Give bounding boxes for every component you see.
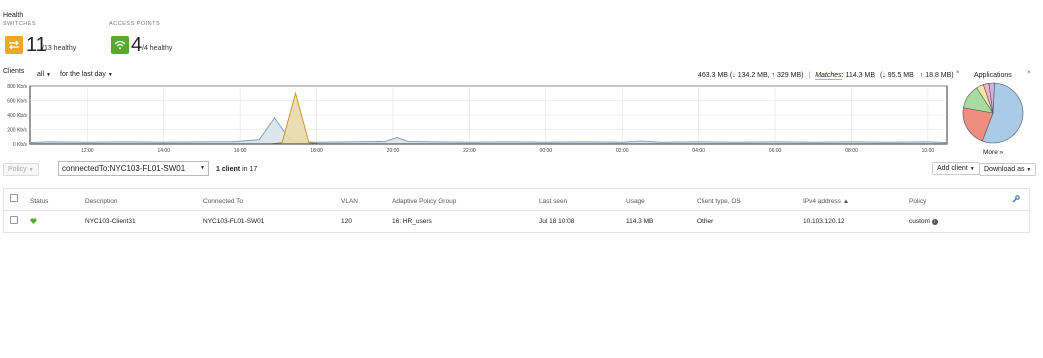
client-count-rest: in 17 — [240, 166, 258, 173]
row-select-checkbox[interactable] — [10, 216, 18, 224]
search-value: connectedTo:NYC103-FL01-SW01 — [62, 164, 186, 173]
y-tick-label: 800 Kb/s — [7, 84, 27, 90]
column-header-last-seen[interactable]: Last seen — [539, 198, 567, 205]
add-client-button[interactable]: Add client ▼ — [932, 162, 980, 175]
y-tick-label: 0 Kb/s — [13, 142, 28, 148]
usage-value: 114.3 MB — [626, 218, 654, 225]
usage-summary: 463.3 MB (↓ 134.2 MB, ↑ 329 MB) | Matche… — [698, 72, 954, 80]
caret-down-icon: ▼ — [45, 72, 51, 78]
switches-summary[interactable] — [5, 36, 23, 54]
x-tick-label: 04:00 — [692, 148, 705, 154]
more-applications-link[interactable]: More » — [983, 149, 1003, 156]
column-header-client-type[interactable]: Client type, OS — [697, 198, 741, 205]
client-filter-dropdown[interactable]: all ▼ — [37, 71, 51, 78]
column-header-policy[interactable]: Policy — [909, 198, 926, 205]
time-range-dropdown[interactable]: for the last day ▼ — [60, 71, 113, 78]
switch-icon — [5, 36, 23, 54]
client-type-value: Other — [697, 218, 714, 225]
access-points-summary[interactable] — [111, 36, 129, 54]
client-description-link[interactable]: NYC103-Client31 — [85, 218, 136, 225]
matches-label: Matches — [815, 72, 842, 80]
x-tick-label: 06:00 — [769, 148, 782, 154]
select-all-checkbox[interactable] — [10, 194, 18, 202]
column-header-vlan[interactable]: VLAN — [341, 198, 358, 205]
clients-usage-chart: 800 Kb/s 600 Kb/s 400 Kb/s 200 Kb/s 0 Kb/s 12… — [7, 84, 948, 154]
policy-label: Policy — [8, 166, 27, 173]
x-tick-label: 02:00 — [616, 148, 629, 154]
column-header-status[interactable]: Status — [30, 198, 48, 205]
usage-up: ↑ 329 MB) — [771, 72, 804, 79]
connected-to-link[interactable]: NYC103-FL01-SW01 — [203, 218, 264, 225]
caret-down-icon: ▼ — [1026, 167, 1032, 173]
x-tick-label: 12:00 — [81, 148, 94, 154]
matches-value: : 114.3 MB — [841, 72, 875, 79]
x-tick-label: 00:00 — [540, 148, 553, 154]
caret-down-icon: ▼ — [28, 167, 34, 173]
clients-label: Clients — [3, 68, 25, 75]
x-tick-label: 22:00 — [463, 148, 476, 154]
caret-down-icon: ▼ — [107, 72, 113, 78]
client-count: 1 client in 17 — [216, 166, 257, 173]
wrench-icon[interactable] — [1012, 195, 1020, 205]
download-as-label: Download as — [984, 166, 1025, 173]
chart-close-icon[interactable]: × — [956, 70, 960, 76]
client-search-input[interactable]: connectedTo:NYC103-FL01-SW01 ▼ — [58, 161, 209, 176]
x-tick-label: 10:00 — [922, 148, 935, 154]
column-header-usage[interactable]: Usage — [626, 198, 645, 205]
adaptive-policy-group-value: 16: HR_users — [392, 218, 432, 225]
column-header-adaptive-policy-group[interactable]: Adaptive Policy Group — [392, 198, 456, 205]
usage-total: 463.3 MB ( — [698, 72, 733, 79]
access-points-label: ACCESS POINTS — [109, 21, 161, 27]
clients-table — [3, 188, 1030, 233]
applications-pie-chart[interactable] — [961, 81, 1025, 145]
caret-down-icon: ▼ — [200, 165, 205, 171]
y-tick-label: 600 Kb/s — [7, 99, 27, 105]
matches-down: (↓ 95.5 MB — [879, 72, 914, 79]
policy-text: custom — [909, 218, 930, 225]
y-tick-label: 200 Kb/s — [7, 128, 27, 134]
x-tick-label: 20:00 — [387, 148, 400, 154]
last-seen-value: Jul 18 10:08 — [539, 218, 575, 225]
access-points-healthy: /4 healthy — [142, 45, 173, 52]
time-range-value: for the last day — [60, 71, 106, 78]
x-tick-label: 16:00 — [234, 148, 247, 154]
table-divider — [4, 210, 1029, 211]
status-heart-icon — [30, 218, 37, 226]
matches-up: ↑ 18.8 MB) — [919, 72, 954, 79]
policy-value: custom i — [909, 218, 938, 225]
switches-healthy: /13 healthy — [42, 45, 77, 52]
vlan-value: 120 — [341, 218, 352, 225]
x-tick-label: 08:00 — [845, 148, 858, 154]
client-filter-value: all — [37, 71, 45, 78]
x-tick-label: 18:00 — [310, 148, 323, 154]
caret-down-icon: ▼ — [969, 166, 975, 172]
policy-dropdown[interactable]: Policy ▼ — [3, 163, 39, 176]
x-tick-label: 14:00 — [157, 148, 170, 154]
separator: | — [808, 72, 811, 79]
switches-label: SWITCHES — [3, 21, 37, 27]
download-as-button[interactable]: Download as ▼ — [979, 163, 1037, 176]
y-tick-label: 400 Kb/s — [7, 113, 27, 119]
column-header-ipv4-address[interactable]: IPv4 address ▲ — [803, 198, 849, 205]
client-count-bold: 1 client — [216, 166, 241, 173]
health-title: Health — [3, 12, 24, 19]
ipv4-value: 10.103.120.12 — [803, 218, 845, 225]
add-client-label: Add client — [937, 165, 968, 172]
access-points-count: 4 — [131, 34, 143, 56]
column-header-description[interactable]: Description — [85, 198, 118, 205]
wifi-icon — [111, 36, 129, 54]
info-icon[interactable]: i — [931, 219, 938, 225]
applications-close-icon[interactable]: × — [1027, 70, 1031, 76]
applications-label: Applications — [974, 72, 1012, 79]
usage-down: ↓ 134.2 MB, — [732, 72, 772, 79]
column-header-connected-to[interactable]: Connected To — [203, 198, 243, 205]
